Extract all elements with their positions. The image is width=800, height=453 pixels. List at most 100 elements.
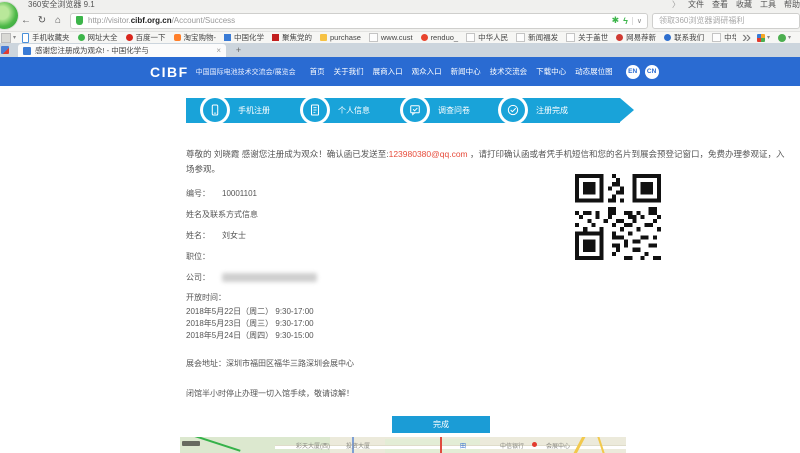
apps-grid-icon[interactable]: [757, 34, 765, 42]
tab-favicon-icon: [23, 47, 31, 55]
status-green-icon[interactable]: [778, 34, 786, 42]
url-dropdown-icon[interactable]: ∨: [632, 17, 642, 25]
check-badge-icon: [501, 98, 525, 122]
nav-item[interactable]: 技术交流会: [490, 66, 528, 77]
bookmark-icon: [566, 33, 575, 42]
nav-item[interactable]: 首页: [310, 66, 325, 77]
bookmark-icon: [369, 33, 378, 42]
bookmarks-grid-icon[interactable]: [1, 33, 11, 43]
menu-file[interactable]: 文件: [688, 0, 704, 10]
site-header: CIBF 中国国际电池技术交流会/展览会 首页关于我们展商入口观众入口新闻中心技…: [0, 57, 800, 86]
bookmarks-overflow-icon[interactable]: »: [742, 29, 751, 47]
cibf-logo[interactable]: CIBF: [150, 64, 189, 80]
bookmark-item[interactable]: 网易荐新: [616, 32, 656, 43]
new-tab-button[interactable]: +: [232, 44, 245, 56]
window-title: 360安全浏览器 9.1: [28, 0, 95, 10]
bookmark-label: 手机收藏夹: [32, 32, 70, 43]
step-personal-info: 个人信息: [300, 95, 370, 125]
bookmark-item[interactable]: 百度一下: [126, 32, 166, 43]
bookmark-icon: [466, 33, 475, 42]
finish-button[interactable]: 完成: [392, 416, 490, 433]
tab-bar: 感谢您注册成为观众! - 中国化学与 × +: [0, 43, 800, 57]
nav-item[interactable]: 关于我们: [334, 66, 364, 77]
back-button[interactable]: ←: [18, 13, 34, 29]
nav-item[interactable]: 下载中心: [536, 66, 566, 77]
bookmark-item[interactable]: 新闻福发: [516, 32, 558, 43]
bookmark-item[interactable]: 网址大全: [78, 32, 118, 43]
venue-address: 展会地址：深圳市福田区福华三路深圳会展中心: [186, 358, 354, 369]
bookmark-icon: [174, 34, 181, 41]
site-subtitle: 中国国际电池技术交流会/展览会: [196, 67, 296, 77]
venue-map[interactable]: 彩天大厦(西) 投资大厦 田 中信银行 会展中心: [180, 437, 626, 453]
bookmark-item[interactable]: renduo_: [421, 33, 459, 42]
tab-corner-icon[interactable]: [1, 46, 9, 54]
nav-item[interactable]: 动态展位图: [575, 66, 613, 77]
refresh-button[interactable]: ↻: [34, 13, 50, 29]
bookmark-icon: [224, 34, 231, 41]
page-content: CIBF 中国国际电池技术交流会/展览会 首页关于我们展商入口观众入口新闻中心技…: [0, 57, 800, 453]
search-input[interactable]: 领取360浏览器调研福利: [652, 13, 800, 29]
field-label: 姓名及联系方式信息: [186, 209, 258, 220]
lang-en-button[interactable]: EN: [626, 65, 640, 79]
bookmarks-bar: ▾ 手机收藏夹 网址大全 百度一下 淘宝购物-: [0, 32, 800, 43]
map-label-bank: 中信银行: [500, 441, 524, 450]
bookmark-item[interactable]: www.cust: [369, 33, 413, 42]
address-bar[interactable]: http://visitor. cibf.org.cn /Account/Suc…: [70, 13, 648, 29]
bookmark-item[interactable]: 中国化学: [224, 32, 264, 43]
menu-tools[interactable]: 工具: [760, 0, 776, 10]
open-time-row: 2018年5月22日（周二） 9:30-17:00: [186, 306, 314, 318]
field-label: 公司：: [186, 272, 212, 283]
bookmark-item[interactable]: purchase: [320, 33, 361, 42]
active-tab[interactable]: 感谢您注册成为观众! - 中国化学与 ×: [18, 44, 226, 57]
bookmark-item[interactable]: 手机收藏夹: [22, 32, 70, 43]
speed-flash-icon[interactable]: ϟ: [623, 16, 628, 26]
open-time-row: 2018年5月24日（周四） 9:30-15:00: [186, 330, 314, 342]
bookmark-label: purchase: [330, 33, 361, 42]
search-placeholder-text: 领取360浏览器调研福利: [659, 15, 744, 26]
bookmark-icon: [78, 34, 85, 41]
status-caret-icon[interactable]: ▾: [788, 34, 791, 41]
step-phone-register: 手机注册: [200, 95, 270, 125]
menu-favorites[interactable]: 收藏: [736, 0, 752, 10]
bookmark-label: 聚焦党的: [282, 32, 312, 43]
security-shield-icon: [76, 16, 83, 25]
nav-item[interactable]: 展商入口: [373, 66, 403, 77]
field-row: 姓名及联系方式信息: [186, 204, 317, 225]
bookmark-icon: [516, 33, 525, 42]
field-label: 职位：: [186, 251, 212, 262]
nav-item[interactable]: 观众入口: [412, 66, 442, 77]
bookmark-item[interactable]: 关于盖世: [566, 32, 608, 43]
tab-title: 感谢您注册成为观众! - 中国化学与: [35, 45, 212, 56]
extensions-gear-icon[interactable]: ✱: [612, 15, 620, 26]
bookmark-label: 百度一下: [136, 32, 166, 43]
bookmark-item[interactable]: 中华人民: [466, 32, 508, 43]
confirmation-email[interactable]: 123980380@qq.com: [389, 149, 468, 159]
bookmark-label: 网易荐新: [626, 32, 656, 43]
bookmark-icon: [664, 34, 671, 41]
bookmark-icon: [712, 33, 721, 42]
apps-caret-icon[interactable]: ▾: [767, 34, 770, 41]
open-times: 开放时间： 2018年5月22日（周二） 9:30-17:002018年5月23…: [186, 292, 314, 342]
map-poi-dot-icon: [532, 442, 537, 447]
menu-help[interactable]: 帮助: [784, 0, 800, 10]
bookmark-label: 中国化学: [234, 32, 264, 43]
menu-view[interactable]: 查看: [712, 0, 728, 10]
survey-icon: [403, 98, 427, 122]
step-complete: 注册完成: [498, 95, 568, 125]
bookmarks-caret-icon[interactable]: ▾: [13, 34, 16, 41]
home-button[interactable]: ⌂: [50, 13, 66, 29]
url-path: /Account/Success: [172, 16, 236, 25]
menu-chevron-icon: 〉: [672, 0, 680, 10]
tab-close-icon[interactable]: ×: [216, 46, 221, 55]
nav-item[interactable]: 新闻中心: [451, 66, 481, 77]
bookmark-item[interactable]: 联系我们: [664, 32, 704, 43]
map-dark-label: [182, 441, 200, 446]
bookmark-item[interactable]: 聚焦党的: [272, 32, 312, 43]
phone-icon: [203, 98, 227, 122]
map-road-red: [440, 437, 442, 453]
lang-cn-button[interactable]: CN: [645, 65, 659, 79]
closing-note: 闭馆半小时停止办理一切入馆手续，敬请谅解！: [186, 388, 354, 399]
map-label-building: 彩天大厦(西): [296, 441, 330, 450]
bookmark-item[interactable]: 淘宝购物-: [174, 32, 217, 43]
bookmark-label: 中华人民: [478, 32, 508, 43]
